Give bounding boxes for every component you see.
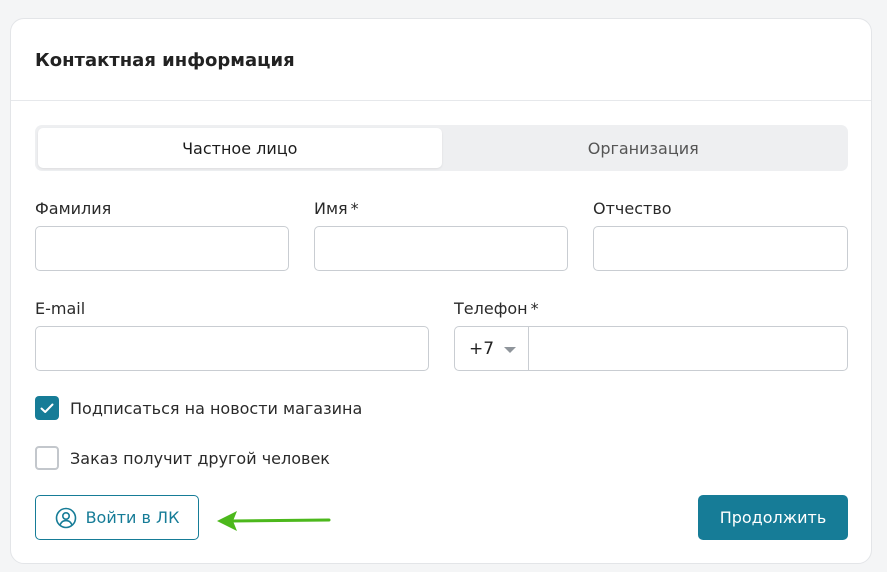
required-asterisk: * bbox=[530, 299, 539, 318]
continue-button[interactable]: Продолжить bbox=[698, 495, 848, 540]
phone-label-text: Телефон bbox=[454, 299, 528, 318]
section-title: Контактная информация bbox=[35, 50, 295, 71]
checkmark-icon bbox=[40, 403, 54, 413]
phone-input[interactable] bbox=[528, 326, 848, 371]
customer-type-switch: Частное лицо Организация bbox=[35, 125, 848, 171]
tab-organization[interactable]: Организация bbox=[442, 128, 846, 168]
other-recipient-option[interactable]: Заказ получит другой человек bbox=[35, 446, 330, 470]
card-header: Контактная информация bbox=[11, 19, 871, 101]
chevron-down-icon bbox=[504, 346, 517, 353]
middle-name-label: Отчество bbox=[593, 199, 672, 218]
login-account-button[interactable]: Войти в ЛК bbox=[35, 495, 199, 540]
annotation-arrow-icon bbox=[217, 511, 331, 531]
other-recipient-label: Заказ получит другой человек bbox=[70, 448, 330, 468]
last-name-input[interactable] bbox=[35, 226, 289, 271]
tab-private-person[interactable]: Частное лицо bbox=[38, 128, 442, 168]
email-input[interactable] bbox=[35, 326, 429, 371]
country-code-value: +7 bbox=[469, 338, 495, 359]
phone-country-code-select[interactable]: +7 bbox=[454, 326, 528, 371]
last-name-label-text: Фамилия bbox=[35, 199, 112, 218]
contact-info-card: Контактная информация Частное лицо Орган… bbox=[10, 18, 872, 564]
user-circle-icon bbox=[55, 507, 77, 529]
email-label: E-mail bbox=[35, 299, 85, 318]
phone-label: Телефон * bbox=[454, 299, 539, 318]
first-name-label: Имя * bbox=[314, 199, 359, 218]
other-recipient-checkbox[interactable] bbox=[35, 446, 59, 470]
subscribe-news-option[interactable]: Подписаться на новости магазина bbox=[35, 396, 362, 420]
subscribe-label: Подписаться на новости магазина bbox=[70, 398, 363, 418]
required-asterisk: * bbox=[350, 199, 359, 218]
middle-name-label-text: Отчество bbox=[593, 199, 672, 218]
subscribe-checkbox[interactable] bbox=[35, 396, 59, 420]
first-name-input[interactable] bbox=[314, 226, 568, 271]
last-name-label: Фамилия bbox=[35, 199, 111, 218]
first-name-label-text: Имя bbox=[314, 199, 348, 218]
login-button-label: Войти в ЛК bbox=[85, 508, 180, 527]
middle-name-input[interactable] bbox=[593, 226, 848, 271]
email-label-text: E-mail bbox=[35, 299, 86, 318]
